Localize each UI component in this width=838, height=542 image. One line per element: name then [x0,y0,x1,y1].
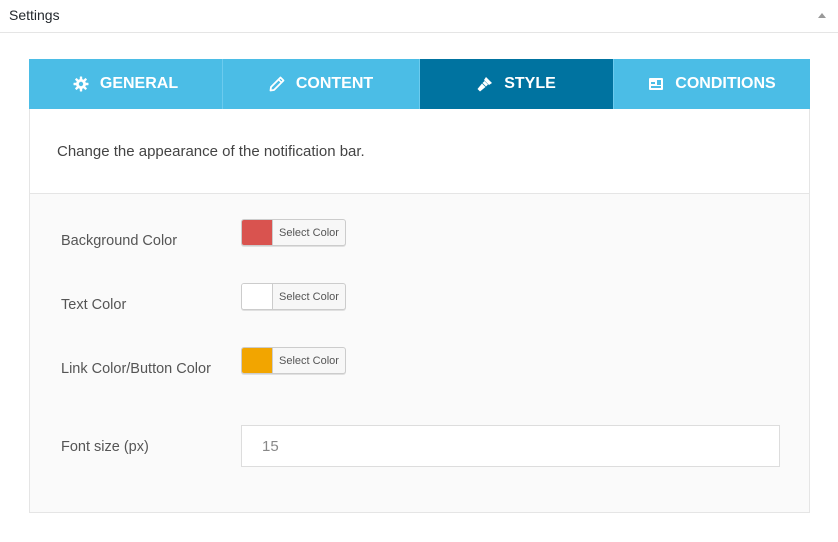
tab-general[interactable]: GENERAL [29,59,223,109]
link-color-swatch [242,348,273,373]
tab-label: CONDITIONS [675,75,776,92]
tab-label: CONTENT [295,75,374,92]
collapse-toggle-icon[interactable] [816,10,828,22]
link-color-picker[interactable]: Select Color [241,347,346,374]
tab-label: STYLE [504,75,556,92]
background-color-swatch [242,220,273,245]
tab-conditions[interactable]: CONDITIONS [614,59,810,109]
tab-label: GENERAL [99,75,179,92]
tab-intro: Change the appearance of the notificatio… [29,109,810,194]
tab-style[interactable]: STYLE [420,59,614,109]
settings-tabs: GENERAL CONTENT STYLE CONDITIONS [29,59,810,109]
font-size-input[interactable] [241,425,780,467]
select-color-label: Select Color [279,354,339,367]
brush-icon [477,77,493,92]
style-form: Background Color Select Color Text Color… [29,194,810,513]
font-size-label: Font size (px) [61,439,149,455]
text-color-picker[interactable]: Select Color [241,283,346,310]
settings-panel-header: Settings [0,0,838,33]
pencil-icon [269,76,285,92]
intro-text: Change the appearance of the notificatio… [57,143,365,160]
tab-content[interactable]: CONTENT [223,59,420,109]
layout-icon [649,78,664,90]
background-color-picker[interactable]: Select Color [241,219,346,246]
background-color-label: Background Color [61,233,178,249]
text-color-label: Text Color [61,297,127,313]
gear-icon [73,76,89,92]
select-color-label: Select Color [279,290,339,303]
panel-title: Settings [9,7,60,23]
select-color-label: Select Color [279,226,339,239]
text-color-swatch [242,284,273,309]
link-color-label: Link Color/Button Color [61,361,211,377]
